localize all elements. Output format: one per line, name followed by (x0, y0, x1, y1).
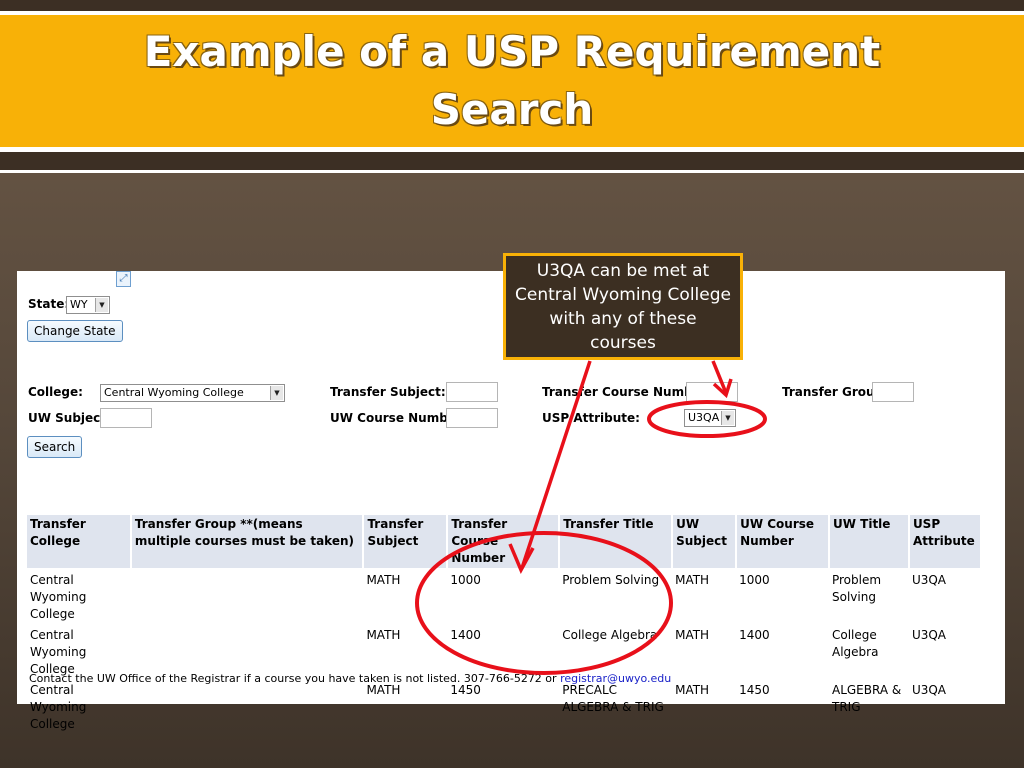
chevron-down-icon: ▼ (95, 298, 108, 312)
column-header: Transfer Subject (363, 515, 449, 568)
table-cell: 1000 (450, 573, 481, 587)
registrar-contact-note: Contact the UW Office of the Registrar i… (29, 672, 671, 685)
transfer-course-number-input[interactable] (686, 382, 738, 402)
registrar-email-link[interactable]: registrar@uwyo.edu (560, 672, 671, 685)
table-cell: Problem Solving (831, 573, 882, 604)
table-row: Central Wyoming College MATH 1400 Colleg… (27, 623, 981, 678)
table-row: Central Wyoming College MATH 1000 Proble… (27, 568, 981, 623)
table-cell: ALGEBRA & TRIG (831, 683, 902, 714)
table-cell: 1400 (450, 628, 481, 642)
college-select[interactable]: Central Wyoming College ▼ (100, 384, 285, 402)
uw-course-number-input[interactable] (446, 408, 498, 428)
state-label: State: (28, 297, 70, 311)
column-header: Transfer Group **(means multiple courses… (130, 515, 365, 568)
uw-subject-label: UW Subject: (28, 411, 111, 425)
slide-title: Example of a USP Requirement Search (144, 23, 881, 139)
table-cell: Central Wyoming College (30, 683, 87, 731)
state-select[interactable]: WY ▼ (66, 296, 110, 314)
table-cell (131, 623, 364, 678)
table-cell: 1400 (739, 628, 770, 642)
usp-attribute-select-value: U3QA (688, 411, 720, 424)
table-header-row: Transfer College Transfer Group **(means… (27, 515, 983, 568)
table-cell: MATH (675, 573, 710, 587)
column-header: Transfer Course Number (447, 515, 561, 568)
table-cell: U3QA (911, 573, 947, 587)
table-cell: 1450 (450, 683, 481, 697)
results-table: Transfer College Transfer Group **(means… (27, 515, 983, 733)
table-cell: Central Wyoming College (30, 628, 87, 676)
transfer-subject-label: Transfer Subject: (330, 385, 446, 399)
transfer-group-input[interactable] (872, 382, 914, 402)
transfer-subject-input[interactable] (446, 382, 498, 402)
broken-image-icon: ⤢ (116, 271, 131, 287)
usp-attribute-label: USP Attribute: (542, 411, 640, 425)
table-cell: MATH (675, 628, 710, 642)
callout-box: U3QA can be met at Central Wyoming Colle… (503, 253, 743, 360)
uw-subject-input[interactable] (100, 408, 152, 428)
slide-title-line1: Example of a USP Requirement (143, 27, 881, 76)
table-cell: Central Wyoming College (30, 573, 87, 621)
table-cell: College Algebra (562, 628, 658, 642)
chevron-down-icon: ▼ (270, 386, 283, 400)
column-header: Transfer College (27, 515, 132, 568)
top-band (0, 0, 1024, 11)
table-cell: MATH (366, 573, 401, 587)
state-select-value: WY (70, 298, 88, 311)
chevron-down-icon: ▼ (721, 411, 734, 425)
table-cell: Problem Solving (562, 573, 660, 587)
search-button[interactable]: Search (27, 436, 83, 458)
table-cell: MATH (366, 683, 401, 697)
mid-divider (0, 170, 1024, 173)
table-cell: MATH (675, 683, 710, 697)
change-state-button[interactable]: Change State (27, 320, 123, 342)
table-cell (131, 568, 364, 623)
table-cell (131, 678, 364, 733)
usp-attribute-select[interactable]: U3QA ▼ (684, 409, 736, 427)
column-header: USP Attribute (908, 515, 983, 568)
contact-text: Contact the UW Office of the Registrar i… (29, 672, 561, 685)
slide-title-line2: Search (430, 85, 594, 134)
table-cell: U3QA (911, 628, 947, 642)
callout-text: U3QA can be met at Central Wyoming Colle… (515, 260, 731, 353)
column-header: UW Subject (672, 515, 738, 568)
table-cell: College Algebra (831, 628, 879, 659)
table-cell: PRECALC ALGEBRA & TRIG (562, 683, 664, 714)
table-cell: MATH (366, 628, 401, 642)
table-cell: U3QA (911, 683, 947, 697)
college-label: College: (28, 385, 83, 399)
title-bar: Example of a USP Requirement Search (0, 15, 1024, 147)
table-row: Central Wyoming College MATH 1450 PRECAL… (27, 678, 981, 733)
column-header: UW Course Number (736, 515, 830, 568)
mid-band (0, 152, 1024, 170)
table-cell: 1450 (739, 683, 770, 697)
college-select-value: Central Wyoming College (104, 386, 244, 399)
column-header: UW Title (828, 515, 910, 568)
column-header: Transfer Title (559, 515, 674, 568)
table-cell: 1000 (739, 573, 770, 587)
